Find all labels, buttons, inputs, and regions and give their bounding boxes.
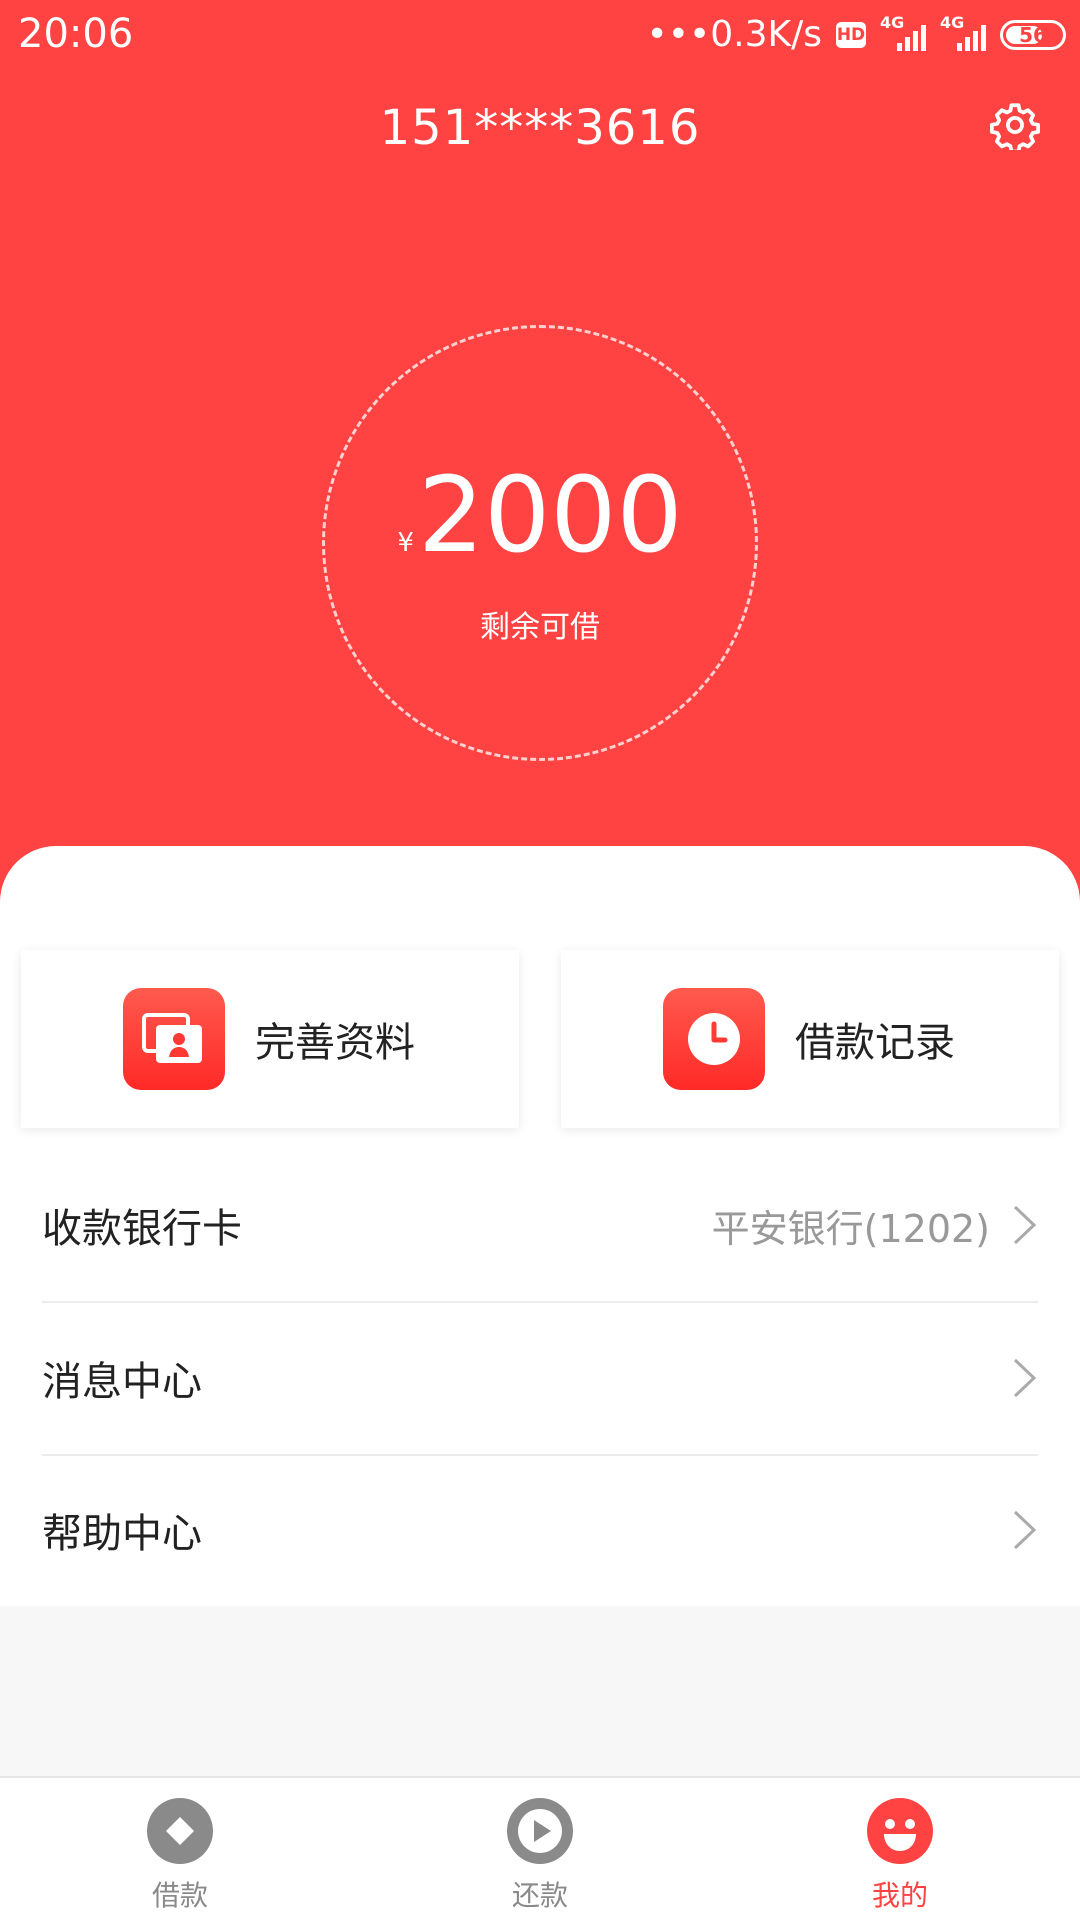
currency-symbol: ¥ xyxy=(397,528,414,558)
menu-item-label: 收款银行卡 xyxy=(42,1206,242,1252)
card-label: 借款记录 xyxy=(795,1020,955,1066)
header: 20:06 •••0.3K/s HD 4G 4G 56 151****3616 … xyxy=(0,0,1080,900)
status-time: 20:06 xyxy=(18,11,134,57)
menu-item-help-center[interactable]: 帮助中心 xyxy=(42,1455,1038,1605)
tab-label: 我的 xyxy=(871,1879,928,1912)
smile-icon xyxy=(867,1798,933,1864)
menu-item-bank-card[interactable]: 收款银行卡 平安银行(1202) xyxy=(42,1150,1038,1300)
phone-number: 151****3616 xyxy=(379,100,701,156)
network-speed: •••0.3K/s xyxy=(646,14,822,55)
complete-profile-card[interactable]: 完善资料 xyxy=(21,950,519,1128)
signal-icon: 4G xyxy=(880,13,926,53)
tab-label: 借款 xyxy=(151,1879,208,1912)
tab-repay[interactable]: 还款 xyxy=(440,1778,640,1920)
menu-item-label: 消息中心 xyxy=(42,1359,202,1405)
chevron-right-icon xyxy=(1013,1358,1037,1398)
chevron-right-icon xyxy=(1013,1510,1037,1550)
gear-icon[interactable] xyxy=(990,100,1040,150)
amount-value: 2000 xyxy=(417,454,683,576)
card-label: 完善资料 xyxy=(255,1020,415,1066)
bottom-tab-bar: 借款 还款 我的 xyxy=(0,1776,1080,1920)
tab-label: 还款 xyxy=(511,1879,568,1912)
menu-item-label: 帮助中心 xyxy=(42,1511,202,1557)
tab-borrow[interactable]: 借款 xyxy=(80,1778,280,1920)
battery-level: 56 xyxy=(1019,23,1047,47)
hd-badge: HD xyxy=(836,22,866,48)
credit-amount: ¥2000 xyxy=(0,455,1080,575)
loan-records-card[interactable]: 借款记录 xyxy=(561,950,1059,1128)
battery-icon: 56 xyxy=(1000,20,1066,50)
play-icon xyxy=(507,1798,573,1864)
signal-icon: 4G xyxy=(940,13,986,53)
diamond-icon xyxy=(147,1798,213,1864)
id-card-icon xyxy=(123,988,225,1090)
status-indicators: •••0.3K/s HD 4G 4G 56 xyxy=(647,12,1066,58)
amount-label: 剩余可借 xyxy=(480,610,600,645)
menu-item-message-center[interactable]: 消息中心 xyxy=(42,1303,1038,1453)
bank-card-value: 平安银行(1202) xyxy=(711,1206,990,1251)
tab-mine[interactable]: 我的 xyxy=(800,1778,1000,1920)
clock-icon xyxy=(663,988,765,1090)
status-bar: 20:06 •••0.3K/s HD 4G 4G 56 xyxy=(0,0,1080,70)
chevron-right-icon xyxy=(1013,1205,1037,1245)
